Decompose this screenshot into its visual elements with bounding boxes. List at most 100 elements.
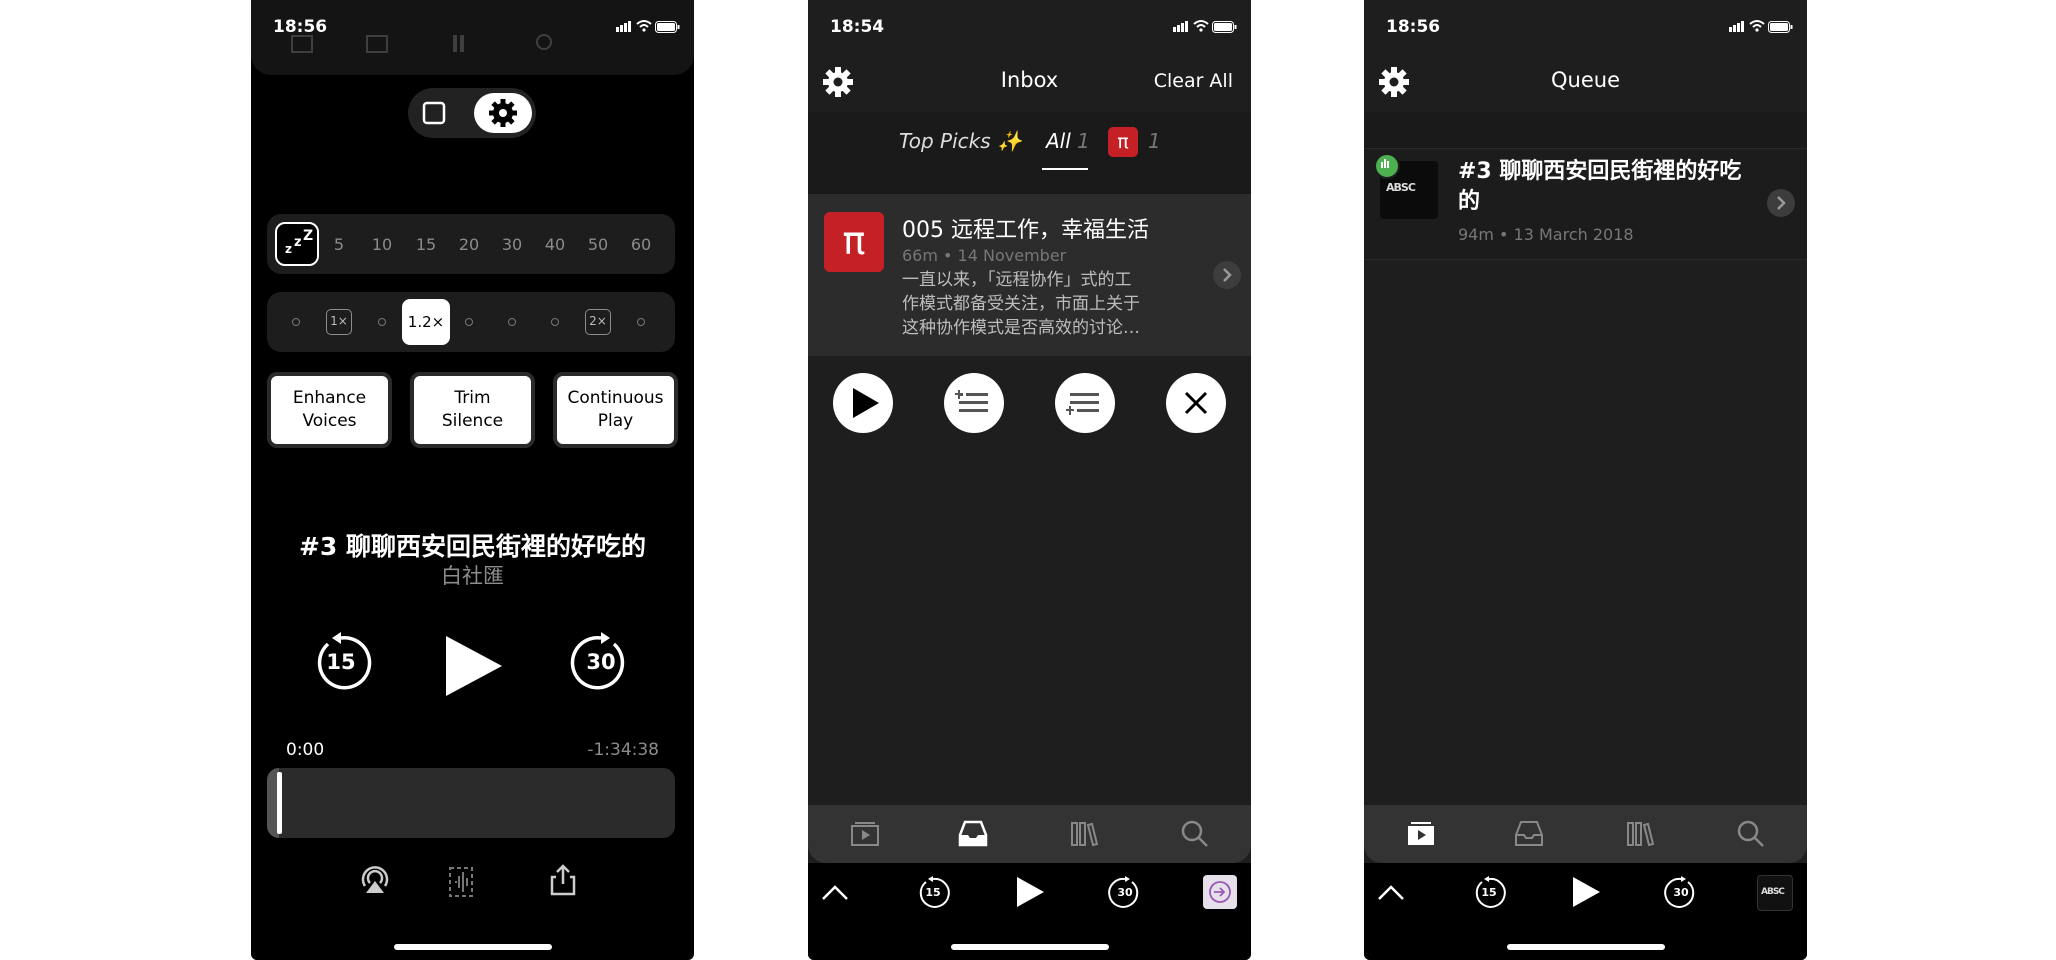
trim-silence-toggle[interactable]: Trim Silence bbox=[410, 372, 535, 448]
chevron-glyph bbox=[1223, 268, 1232, 282]
play-next-button[interactable] bbox=[944, 373, 1004, 433]
now-playing-tab-icon[interactable] bbox=[850, 819, 880, 847]
library-tab-icon[interactable] bbox=[1626, 819, 1656, 847]
artwork-view-icon[interactable] bbox=[417, 96, 451, 130]
sleep-50[interactable]: 50 bbox=[581, 235, 615, 254]
speed-dot[interactable] bbox=[292, 318, 300, 326]
desc-line: 作模式都备受关注，市面上关于 bbox=[902, 294, 1140, 314]
episode-meta: 66m • 14 November bbox=[902, 246, 1067, 265]
mini-skip-forward-label: 30 bbox=[1673, 886, 1689, 899]
podcast-artwork: π bbox=[824, 212, 884, 272]
episode-meta: 94m • 13 March 2018 bbox=[1458, 225, 1634, 244]
mini-skip-forward-label: 30 bbox=[1117, 886, 1133, 899]
mini-artwork[interactable]: ABSC bbox=[1757, 875, 1793, 911]
settings-view-button[interactable] bbox=[474, 93, 532, 133]
mini-skip-back-button[interactable]: 15 bbox=[1472, 876, 1506, 910]
continuous-play-toggle[interactable]: Continuous Play bbox=[553, 372, 678, 448]
skip-back-button[interactable]: 15 bbox=[310, 632, 372, 694]
inbox-tab-icon[interactable] bbox=[1514, 819, 1544, 847]
now-playing-badge bbox=[1374, 153, 1400, 179]
toggle-line: Trim bbox=[454, 388, 491, 408]
chevron-right-icon[interactable] bbox=[1213, 261, 1241, 289]
play-button[interactable] bbox=[833, 373, 893, 433]
search-tab-icon[interactable] bbox=[1736, 819, 1766, 847]
scrubber[interactable] bbox=[267, 768, 675, 838]
remaining-time: -1:34:38 bbox=[587, 740, 659, 760]
speed-dot[interactable] bbox=[637, 318, 645, 326]
airplay-icon[interactable] bbox=[360, 864, 390, 894]
now-playing-tab-icon[interactable] bbox=[1406, 819, 1436, 847]
list-item[interactable]: π 005 远程工作，幸福生活 66m • 14 November 一直以来，「… bbox=[808, 194, 1251, 356]
signal-icon bbox=[616, 21, 631, 32]
sleep-60[interactable]: 60 bbox=[624, 235, 658, 254]
queue-screen: 18:56 Queue ABSC #3 聊聊西安回民街裡的好吃的 94m • 1… bbox=[1364, 0, 1807, 960]
skip-forward-button[interactable]: 30 bbox=[570, 632, 632, 694]
mini-artwork[interactable] bbox=[1203, 875, 1237, 909]
chevron-up-icon[interactable] bbox=[820, 883, 850, 903]
tab-all-count: 1 bbox=[1077, 129, 1090, 153]
mini-skip-forward-button[interactable]: 30 bbox=[1664, 876, 1698, 910]
speed-dot[interactable] bbox=[508, 318, 516, 326]
clear-all-button[interactable]: Clear All bbox=[1154, 70, 1233, 92]
elapsed-time: 0:00 bbox=[286, 740, 325, 760]
skip-forward-label: 30 bbox=[586, 650, 616, 674]
sleep-10[interactable]: 10 bbox=[365, 235, 399, 254]
inbox-tab-icon[interactable] bbox=[958, 819, 988, 847]
home-indicator bbox=[393, 944, 552, 950]
play-icon bbox=[853, 388, 879, 418]
sleep-15[interactable]: 15 bbox=[409, 235, 443, 254]
sleep-20[interactable]: 20 bbox=[452, 235, 486, 254]
queue-header-strip bbox=[1364, 112, 1807, 148]
podcast-name[interactable]: 白社匯 bbox=[251, 560, 694, 590]
mini-player[interactable]: 15 30 bbox=[808, 863, 1251, 960]
archive-button[interactable] bbox=[1166, 373, 1226, 433]
sleep-timer-button[interactable]: zzZ bbox=[275, 222, 319, 266]
home-indicator bbox=[1506, 944, 1665, 950]
sleep-timer-bar: zzZ 5 10 15 20 30 40 50 60 bbox=[267, 214, 675, 274]
battery-icon bbox=[1212, 21, 1237, 33]
mini-player[interactable]: 15 30 ABSC bbox=[1364, 863, 1807, 960]
view-toggle[interactable] bbox=[408, 88, 536, 138]
tab-podcast-count[interactable]: 1 bbox=[1148, 129, 1161, 153]
gear-icon bbox=[489, 99, 517, 127]
mini-skip-forward-button[interactable]: 30 bbox=[1108, 876, 1142, 910]
sleep-5[interactable]: 5 bbox=[322, 235, 356, 254]
speed-dot[interactable] bbox=[378, 318, 386, 326]
speed-1x[interactable]: 1× bbox=[326, 309, 352, 335]
signal-icon bbox=[1729, 21, 1744, 32]
enhance-voices-toggle[interactable]: Enhance Voices bbox=[267, 372, 392, 448]
speed-2x[interactable]: 2× bbox=[585, 309, 611, 335]
scrubber-handle[interactable] bbox=[277, 772, 282, 834]
chevron-up-icon[interactable] bbox=[1376, 883, 1406, 903]
episode-title: 005 远程工作，幸福生活 bbox=[902, 218, 1149, 243]
inbox-filter-tabs: Top Picks ✨ All 1 π 1 bbox=[808, 112, 1251, 194]
play-next-icon bbox=[955, 390, 988, 412]
speed-selected[interactable]: 1.2× bbox=[402, 299, 450, 345]
toggle-line: Voices bbox=[302, 411, 357, 431]
equalizer-icon bbox=[1381, 159, 1389, 168]
sleep-40[interactable]: 40 bbox=[538, 235, 572, 254]
sleep-30[interactable]: 30 bbox=[495, 235, 529, 254]
playback-speed-bar[interactable]: 1× 1.2× 2× bbox=[267, 292, 675, 352]
player-screen: 18:56 zzZ 5 10 15 20 30 40 50 60 1× 1.2×… bbox=[251, 0, 694, 960]
tab-all[interactable]: All 1 bbox=[1046, 129, 1090, 153]
share-icon[interactable] bbox=[548, 864, 578, 896]
table-row[interactable]: ABSC #3 聊聊西安回民街裡的好吃的 94m • 13 March 2018 bbox=[1364, 148, 1807, 260]
chapters-icon[interactable] bbox=[446, 860, 478, 904]
speed-dot[interactable] bbox=[551, 318, 559, 326]
status-bar: 18:56 bbox=[1364, 14, 1807, 38]
play-icon[interactable] bbox=[1570, 875, 1602, 909]
play-last-button[interactable] bbox=[1055, 373, 1115, 433]
tab-top-picks[interactable]: Top Picks ✨ bbox=[899, 129, 1022, 153]
toggle-line: Continuous bbox=[567, 388, 664, 408]
play-icon[interactable] bbox=[1014, 875, 1046, 909]
speed-dot[interactable] bbox=[465, 318, 473, 326]
mini-skip-back-button[interactable]: 15 bbox=[916, 876, 950, 910]
play-icon[interactable] bbox=[441, 633, 505, 699]
search-tab-icon[interactable] bbox=[1180, 819, 1210, 847]
tab-podcast-filter[interactable]: π bbox=[1108, 127, 1138, 157]
tab-bar bbox=[808, 805, 1251, 863]
chevron-right-icon[interactable] bbox=[1767, 189, 1795, 217]
status-bar: 18:56 bbox=[251, 14, 694, 38]
library-tab-icon[interactable] bbox=[1070, 819, 1100, 847]
